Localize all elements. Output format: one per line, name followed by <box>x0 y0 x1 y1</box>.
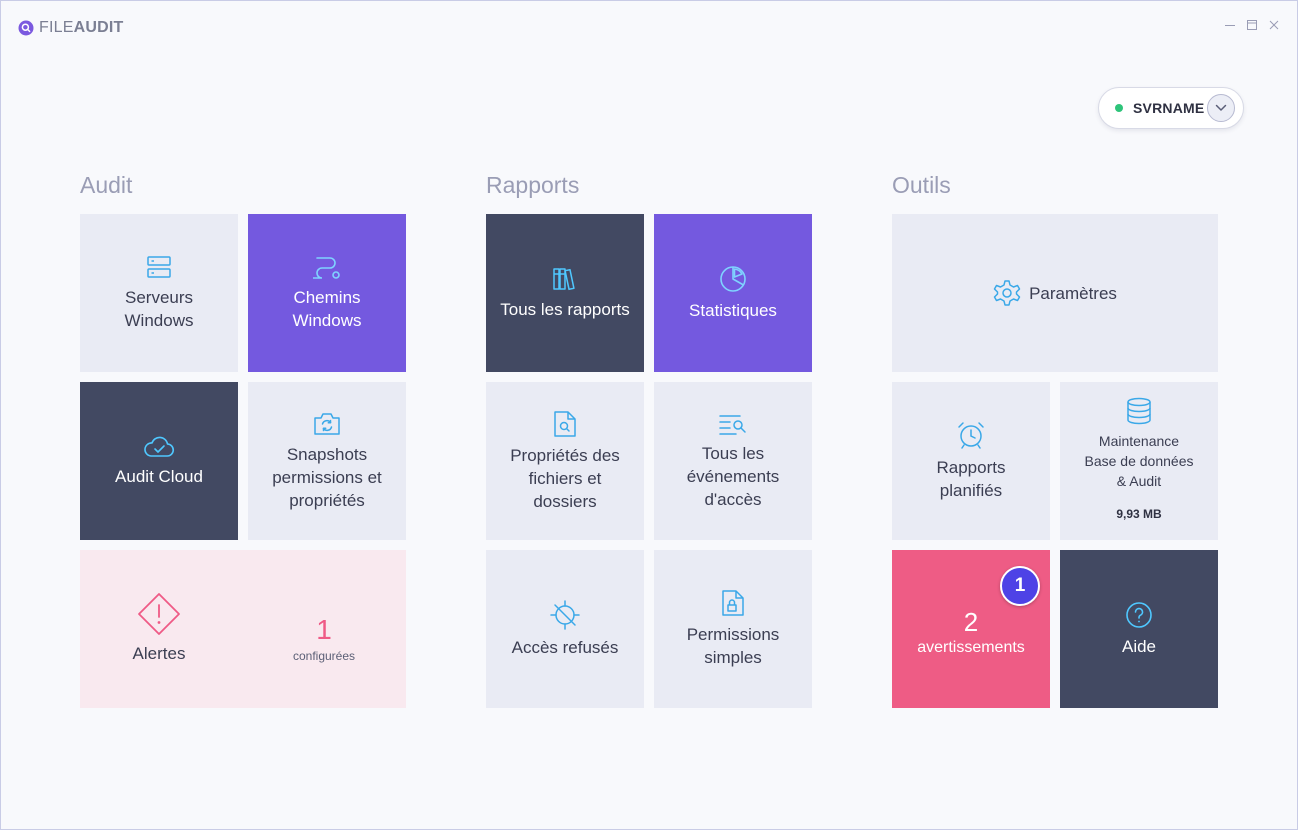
database-icon <box>1126 397 1152 425</box>
question-circle-icon <box>1125 601 1153 629</box>
tile-label: Audit Cloud <box>115 466 203 486</box>
tile-label: Permissions simples <box>686 625 780 667</box>
tile-statistics[interactable]: Statistiques <box>654 214 812 372</box>
tile-servers-windows[interactable]: Serveurs Windows <box>80 214 238 372</box>
path-icon <box>313 254 341 280</box>
tile-label: Serveurs Windows <box>124 288 194 330</box>
maximize-icon[interactable] <box>1246 18 1258 30</box>
brand-light: FILE <box>39 19 74 36</box>
warnings-label: avertissements <box>917 639 1025 656</box>
server-selector[interactable]: SVRNAME <box>1098 87 1244 129</box>
alerts-main: Alertes <box>128 592 190 665</box>
access-denied-icon <box>550 599 580 630</box>
app-title: FILEAUDIT <box>39 19 123 37</box>
alerts-counter: 1 configurées <box>286 614 362 664</box>
tile-label: Chemins Windows <box>292 288 362 330</box>
server-icon <box>146 254 172 280</box>
tile-access-denied[interactable]: Accès refusés <box>486 550 644 708</box>
app-logo: FILEAUDIT <box>18 18 123 38</box>
list-search-icon <box>718 412 748 436</box>
tile-label: Propriétés des fichiers et dossiers <box>510 445 620 511</box>
pie-chart-icon <box>719 265 747 293</box>
tile-label: Tous les événements d'accès <box>686 443 780 509</box>
tile-all-reports[interactable]: Tous les rapports <box>486 214 644 372</box>
tile-paths-windows[interactable]: Chemins Windows <box>248 214 406 372</box>
camera-sync-icon <box>313 411 341 437</box>
server-name: SVRNAME <box>1133 100 1205 116</box>
tile-alerts[interactable]: Alertes 1 configurées <box>80 550 406 708</box>
warning-diamond-icon <box>137 592 181 636</box>
tile-label: Statistiques <box>689 300 777 320</box>
database-size: 9,93 MB <box>1116 506 1162 521</box>
section-title-audit: Audit <box>80 172 133 198</box>
tile-label: Rapports planifiés <box>936 458 1006 500</box>
brand-bold: AUDIT <box>73 19 124 36</box>
section-title-tools: Outils <box>892 172 951 198</box>
tile-scheduled-reports[interactable]: Rapports planifiés <box>892 382 1050 540</box>
tile-help[interactable]: Aide <box>1060 550 1218 708</box>
minimize-icon[interactable] <box>1224 18 1236 30</box>
close-icon[interactable] <box>1268 18 1280 30</box>
tile-simple-permissions[interactable]: Permissions simples <box>654 550 812 708</box>
tile-snapshots[interactable]: Snapshots permissions et propriétés <box>248 382 406 540</box>
tile-label: Paramètres <box>1029 283 1117 303</box>
alerts-count: 1 <box>316 614 332 645</box>
tile-label: Aide <box>1121 636 1157 656</box>
tile-label: Maintenance Base de données & Audit <box>1084 432 1194 489</box>
tile-audit-cloud[interactable]: Audit Cloud <box>80 382 238 540</box>
books-icon <box>552 266 578 292</box>
section-title-reports: Rapports <box>486 172 580 198</box>
window-controls <box>1224 18 1280 30</box>
alerts-count-label: configurées <box>292 649 356 663</box>
tile-label: Tous les rapports <box>500 299 630 319</box>
cloud-check-icon <box>143 435 175 459</box>
file-lock-icon <box>721 589 745 617</box>
tile-all-events[interactable]: Tous les événements d'accès <box>654 382 812 540</box>
tile-label: Accès refusés <box>511 637 619 657</box>
server-status-dot <box>1115 104 1123 112</box>
alarm-clock-icon <box>956 420 986 450</box>
chevron-down-icon[interactable] <box>1207 94 1235 122</box>
tile-settings[interactable]: Paramètres <box>892 214 1218 372</box>
file-search-icon <box>553 410 577 438</box>
alerts-label: Alertes <box>132 644 186 663</box>
warnings-count: 2 <box>963 607 979 637</box>
tile-file-properties[interactable]: Propriétés des fichiers et dossiers <box>486 382 644 540</box>
search-icon <box>18 20 34 36</box>
tile-label: Snapshots permissions et propriétés <box>272 444 382 510</box>
notification-badge[interactable]: 1 <box>1000 566 1040 606</box>
tile-maintenance[interactable]: Maintenance Base de données & Audit 9,93… <box>1060 382 1218 540</box>
gear-icon <box>993 279 1021 307</box>
